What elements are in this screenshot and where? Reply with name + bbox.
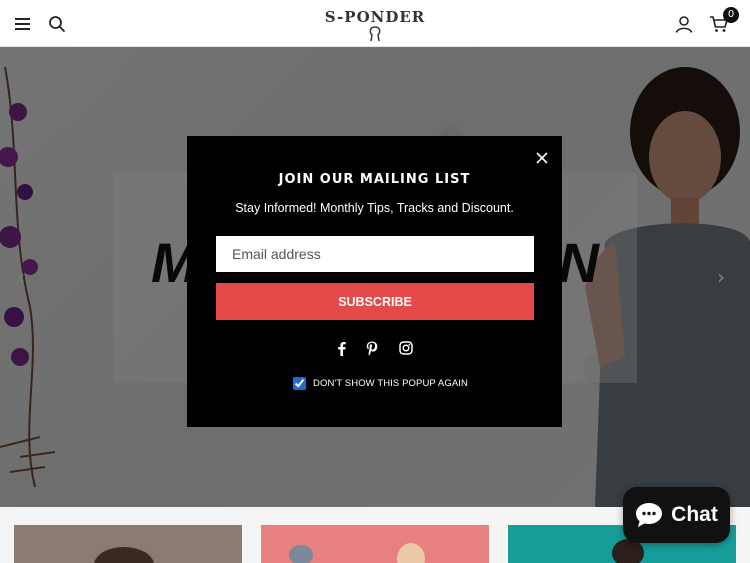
search-icon[interactable]	[45, 12, 69, 36]
popup-subtitle: Stay Informed! Monthly Tips, Tracks and …	[235, 201, 514, 215]
site-logo[interactable]: S-PONDER	[318, 4, 432, 44]
category-card[interactable]	[261, 525, 489, 563]
pinterest-icon[interactable]	[364, 340, 380, 356]
dont-show-label[interactable]: DON'T SHOW THIS POPUP AGAIN	[313, 378, 468, 389]
category-card[interactable]	[14, 525, 242, 563]
instagram-icon[interactable]	[398, 340, 414, 356]
logo-mark-icon	[369, 26, 381, 42]
dont-show-checkbox[interactable]	[293, 376, 306, 390]
chat-bubble-icon	[636, 503, 663, 527]
chat-button[interactable]: Chat	[623, 487, 730, 543]
facebook-icon[interactable]	[333, 340, 349, 356]
chat-label: Chat	[671, 503, 718, 526]
cart-count-badge: 0	[723, 7, 739, 23]
popup-title: JOIN OUR MAILING LIST	[278, 172, 471, 187]
category-image	[94, 547, 154, 563]
subscribe-button[interactable]: SUBSCRIBE	[216, 283, 534, 320]
newsletter-popup: JOIN OUR MAILING LIST Stay Informed! Mon…	[187, 136, 562, 427]
dont-show-again: DON'T SHOW THIS POPUP AGAIN	[293, 376, 468, 390]
close-icon[interactable]	[533, 149, 551, 167]
cart-icon[interactable]: 0	[707, 7, 739, 36]
site-header: S-PONDER 0	[0, 0, 750, 47]
account-icon[interactable]	[672, 12, 696, 36]
category-image	[289, 543, 425, 563]
email-input[interactable]	[216, 236, 534, 272]
menu-icon[interactable]	[11, 12, 35, 36]
